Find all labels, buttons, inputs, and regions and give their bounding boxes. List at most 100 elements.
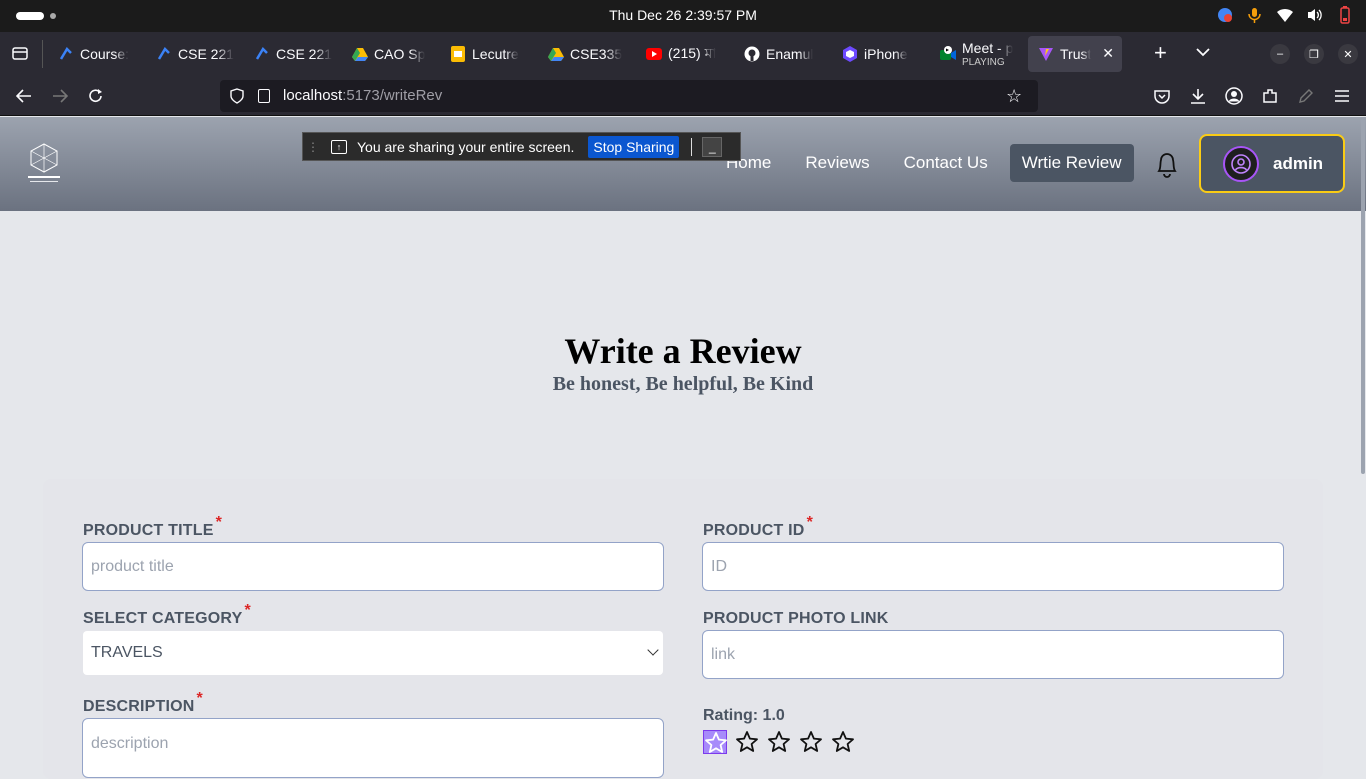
tab-course[interactable]: Course: (48, 36, 146, 72)
google-meet-icon (940, 46, 956, 62)
back-icon[interactable] (14, 86, 34, 106)
github-icon (744, 46, 760, 62)
course-favicon (254, 46, 270, 62)
tab-separator (42, 40, 43, 68)
category-value: TRAVELS (91, 644, 163, 661)
system-tray[interactable] (1216, 6, 1354, 24)
star-empty-icon[interactable] (735, 730, 759, 754)
tab-trust-active[interactable]: Trust ✕ (1028, 36, 1122, 72)
chrome-notification-icon[interactable] (1216, 6, 1234, 24)
tab-list: Course: CSE 221 CSE 221 CAO Sp Lecutre C… (48, 36, 1122, 72)
proton-icon (842, 46, 858, 62)
page-scrollbar[interactable] (1361, 118, 1365, 474)
wifi-icon[interactable] (1276, 6, 1294, 24)
star-rating (703, 730, 855, 754)
tab-title: CSE 221 (178, 46, 235, 62)
battery-icon[interactable] (1336, 6, 1354, 24)
screen-share-bar: ⋮ ↑ You are sharing your entire screen. … (302, 132, 741, 161)
photo-link-label: PRODUCT PHOTO LINK (703, 610, 889, 627)
tab-title: (215) মা (668, 45, 717, 61)
browser-tab-strip: Course: CSE 221 CSE 221 CAO Sp Lecutre C… (0, 32, 1366, 76)
tab-playing-label: PLAYING (962, 57, 1005, 68)
microphone-icon[interactable] (1246, 6, 1264, 24)
tab-title: CAO Sp (374, 46, 426, 62)
user-menu-button[interactable]: admin (1199, 134, 1345, 193)
google-drive-icon (352, 46, 368, 62)
drag-handle-icon[interactable]: ⋮ (307, 140, 321, 154)
tab-title: Enamul (766, 46, 814, 62)
star-empty-icon[interactable] (799, 730, 823, 754)
tab-title: iPhone (864, 46, 908, 62)
tab-cse221-b[interactable]: CSE 221 (244, 36, 342, 72)
downloads-icon[interactable] (1188, 86, 1208, 106)
hamburger-menu-icon[interactable] (1332, 86, 1352, 106)
stop-sharing-button[interactable]: Stop Sharing (588, 135, 680, 158)
star-empty-icon[interactable] (831, 730, 855, 754)
tab-title: Meet - p (962, 40, 1014, 56)
maximize-window-icon[interactable]: ❐ (1304, 44, 1324, 64)
minimize-window-icon[interactable]: – (1270, 44, 1290, 64)
star-empty-icon[interactable] (767, 730, 791, 754)
vite-icon (1038, 46, 1054, 62)
page-info-icon[interactable] (258, 89, 270, 103)
tab-title: Trust (1060, 46, 1092, 62)
tab-meet[interactable]: Meet - p PLAYING (930, 36, 1028, 72)
edit-icon[interactable] (1296, 86, 1316, 106)
nav-write-review[interactable]: Wrtie Review (1009, 144, 1134, 182)
tab-title: CSE335 (570, 46, 623, 62)
forward-icon[interactable] (50, 86, 70, 106)
category-select[interactable]: TRAVELS (83, 631, 663, 675)
rating-label: Rating: 1.0 (703, 707, 785, 724)
browser-nav-bar: localhost:5173/writeRev ☆ (0, 76, 1366, 116)
page-subtitle: Be honest, Be helpful, Be Kind (552, 373, 814, 395)
category-label: SELECT CATEGORY * (83, 602, 251, 627)
tab-cao[interactable]: CAO Sp (342, 36, 440, 72)
url-bar[interactable]: localhost:5173/writeRev ☆ (220, 80, 1038, 112)
share-message: You are sharing your entire screen. (357, 138, 575, 155)
google-slides-icon (450, 46, 466, 62)
extensions-icon[interactable] (1260, 86, 1280, 106)
share-screen-icon: ↑ (331, 139, 347, 154)
minimize-share-bar-button[interactable]: _ (702, 136, 723, 157)
description-label: DESCRIPTION * (83, 690, 203, 715)
tab-title: CSE 221 (276, 46, 333, 62)
tab-lecture[interactable]: Lecutre (440, 36, 538, 72)
close-tab-icon[interactable]: ✕ (1102, 45, 1114, 62)
pocket-icon[interactable] (1152, 86, 1172, 106)
product-title-label: PRODUCT TITLE * (83, 514, 223, 539)
page-title: Write a Review (564, 331, 802, 371)
course-favicon (58, 46, 74, 62)
account-icon[interactable] (1224, 86, 1244, 106)
clock[interactable]: Thu Dec 26 2:39:57 PM (0, 7, 1366, 23)
tab-github[interactable]: Enamul (734, 36, 832, 72)
photo-link-input[interactable]: link (702, 630, 1284, 679)
divider (691, 137, 693, 156)
product-id-label: PRODUCT ID * (703, 514, 813, 539)
product-id-input[interactable]: ID (702, 542, 1284, 591)
google-drive-icon (548, 46, 564, 62)
product-title-input[interactable]: product title (82, 542, 664, 591)
nav-reviews[interactable]: Reviews (793, 144, 881, 182)
site-logo[interactable] (24, 141, 64, 187)
url-text[interactable]: localhost:5173/writeRev (283, 87, 442, 104)
tab-youtube[interactable]: (215) মা (636, 36, 734, 72)
description-textarea[interactable]: description (82, 718, 664, 778)
nav-contact-us[interactable]: Contact Us (892, 144, 1000, 182)
chevron-down-icon[interactable] (1196, 44, 1210, 60)
volume-icon[interactable] (1306, 6, 1324, 24)
list-all-tabs-icon[interactable] (10, 44, 30, 64)
tab-cse221-a[interactable]: CSE 221 (146, 36, 244, 72)
star-filled-icon[interactable] (703, 730, 727, 754)
close-window-icon[interactable]: ✕ (1338, 44, 1358, 64)
bookmark-star-icon[interactable]: ☆ (1006, 86, 1030, 110)
tab-title: Course: (80, 46, 130, 62)
new-tab-icon[interactable]: + (1154, 42, 1167, 64)
os-top-bar: Thu Dec 26 2:39:57 PM (0, 0, 1366, 32)
reload-icon[interactable] (86, 86, 106, 106)
tab-iphone[interactable]: iPhone (832, 36, 930, 72)
tab-cse335[interactable]: CSE335 (538, 36, 636, 72)
avatar (1223, 145, 1259, 182)
shield-icon[interactable] (230, 88, 244, 104)
bell-icon[interactable] (1154, 151, 1180, 179)
tab-title: Lecutre (472, 46, 519, 62)
